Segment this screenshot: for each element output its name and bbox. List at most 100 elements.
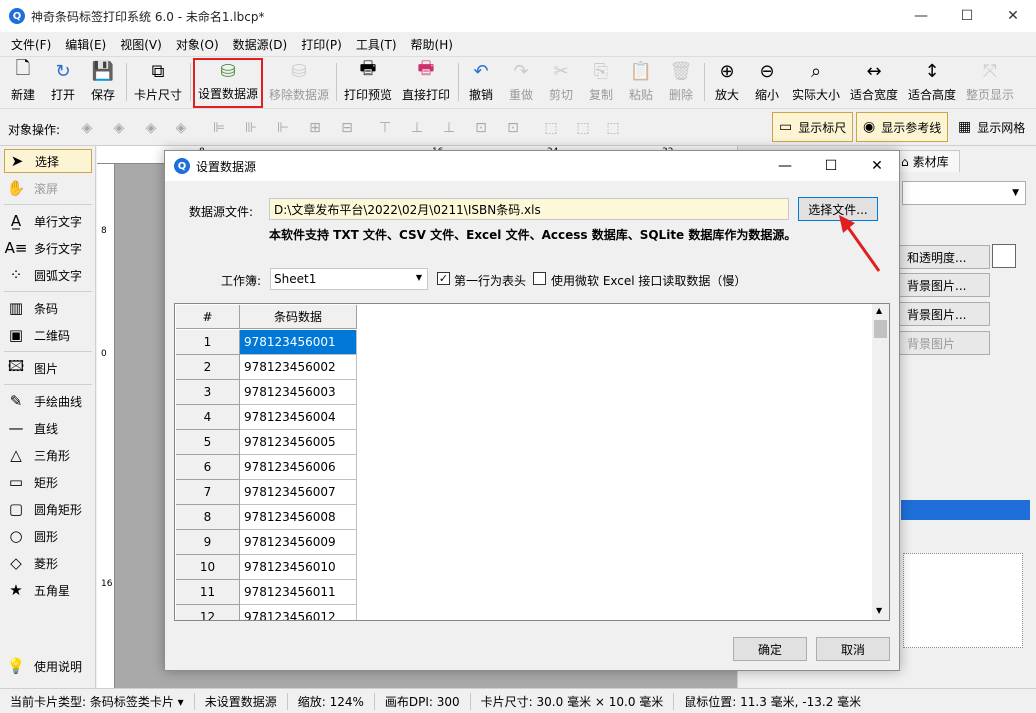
dialog-close-button[interactable]: ✕: [854, 151, 900, 181]
menu-object[interactable]: 对象(O): [169, 36, 226, 53]
dialog-maximize-button[interactable]: ☐: [808, 151, 854, 181]
ok-button[interactable]: 确定: [733, 637, 807, 661]
menu-help[interactable]: 帮助(H): [404, 36, 460, 53]
align-bottom-icon[interactable]: ⊥: [438, 118, 460, 138]
menu-tools[interactable]: 工具(T): [349, 36, 404, 53]
tool-barcode[interactable]: ▥ 条码: [4, 296, 92, 320]
paste-button[interactable]: 📋 粘贴: [624, 59, 658, 107]
menu-print[interactable]: 打印(P): [294, 36, 349, 53]
close-button[interactable]: ✕: [990, 0, 1036, 32]
new-button[interactable]: 🗋 新建: [6, 58, 40, 107]
table-row[interactable]: 6 978123456006: [176, 455, 357, 480]
align-left-icon[interactable]: ⊫: [208, 118, 230, 138]
grid-scrollbar[interactable]: ▲ ▼: [872, 304, 889, 620]
undo-button[interactable]: ↶ 撤销: [464, 59, 498, 107]
show-guides-toggle[interactable]: ◉ 显示参考线: [856, 112, 949, 142]
card-size-button[interactable]: ⧉ 卡片尺寸: [132, 59, 184, 107]
minimize-button[interactable]: —: [898, 0, 944, 32]
layer-up-icon[interactable]: ◈: [76, 118, 98, 138]
align-right-icon[interactable]: ⊩: [272, 118, 294, 138]
table-row[interactable]: 2 978123456002: [176, 355, 357, 380]
ungroup-icon[interactable]: ⬚: [572, 118, 594, 138]
property-dropdown[interactable]: ▼: [902, 181, 1026, 205]
fit-width-button[interactable]: ↔ 适合宽度: [848, 59, 900, 107]
file-path-field[interactable]: D:\文章发布平台\2022\02月\0211\ISBN条码.xls: [269, 198, 789, 220]
align-top-icon[interactable]: ⊤: [374, 118, 396, 138]
tool-image[interactable]: 🖾 图片: [4, 356, 92, 380]
tool-single-text[interactable]: A̲ 单行文字: [4, 209, 92, 233]
align-middle-icon[interactable]: ⊥: [406, 118, 428, 138]
tool-freehand[interactable]: ✎ 手绘曲线: [4, 389, 92, 413]
full-page-button[interactable]: ⤧ 整页显示: [964, 59, 1016, 107]
table-row[interactable]: 1 978123456001: [176, 330, 357, 355]
cut-button[interactable]: ✂ 剪切: [544, 59, 578, 107]
tool-help[interactable]: 💡 使用说明: [4, 654, 92, 678]
show-ruler-toggle[interactable]: ▭ 显示标尺: [772, 112, 854, 142]
table-row[interactable]: 10 978123456010: [176, 555, 357, 580]
group-icon[interactable]: ⬚: [540, 118, 562, 138]
distribute-h-icon[interactable]: ⊞: [304, 118, 326, 138]
maximize-button[interactable]: ☐: [944, 0, 990, 32]
workbook-select[interactable]: Sheet1 ▼: [270, 268, 428, 290]
align-center-icon[interactable]: ⊪: [240, 118, 262, 138]
show-grid-toggle[interactable]: ▦ 显示网格: [952, 112, 1031, 142]
data-grid[interactable]: # 条码数据 1 978123456001 2 978123456002 3 9781…: [174, 303, 890, 621]
menu-datasource[interactable]: 数据源(D): [226, 36, 295, 53]
fit-height-button[interactable]: ↕ 适合高度: [906, 59, 958, 107]
color-swatch[interactable]: [992, 244, 1016, 268]
lock-icon[interactable]: ⬚: [602, 118, 624, 138]
scroll-thumb[interactable]: [874, 320, 887, 338]
tab-library[interactable]: ⌂ 素材库: [896, 150, 960, 172]
delete-button[interactable]: 🗑 删除: [664, 59, 698, 107]
bg-image-button-2[interactable]: 背景图片...: [898, 302, 990, 326]
layer-bottom-icon[interactable]: ◈: [170, 118, 192, 138]
layer-top-icon[interactable]: ◈: [108, 118, 130, 138]
print-preview-button[interactable]: 🖶 打印预览: [342, 58, 394, 107]
tool-scroll[interactable]: ✋ 滚屏: [4, 176, 92, 200]
table-row[interactable]: 11 978123456011: [176, 580, 357, 605]
distribute-v-icon[interactable]: ⊟: [336, 118, 358, 138]
save-button[interactable]: 💾 保存: [86, 59, 120, 107]
tool-multi-text[interactable]: A≡ 多行文字: [4, 236, 92, 260]
menu-file[interactable]: 文件(F): [4, 36, 58, 53]
layer-down-icon[interactable]: ◈: [140, 118, 162, 138]
tool-rect[interactable]: ▭ 矩形: [4, 470, 92, 494]
scroll-down-icon[interactable]: ▼: [876, 606, 882, 615]
tool-round-rect[interactable]: ▢ 圆角矩形: [4, 497, 92, 521]
tool-qrcode[interactable]: ▣ 二维码: [4, 323, 92, 347]
same-height-icon[interactable]: ⊡: [502, 118, 524, 138]
scroll-up-icon[interactable]: ▲: [876, 306, 882, 315]
table-row[interactable]: 12 978123456012: [176, 605, 357, 620]
tool-select[interactable]: ➤ 选择: [4, 149, 92, 173]
use-ms-excel-checkbox[interactable]: [533, 272, 546, 285]
bg-image-button-1[interactable]: 背景图片...: [898, 273, 990, 297]
tool-arc-text[interactable]: ⁘ 圆弧文字: [4, 263, 92, 287]
zoom-out-button[interactable]: ⊖ 缩小: [750, 59, 784, 107]
table-row[interactable]: 7 978123456007: [176, 480, 357, 505]
tool-star[interactable]: ★ 五角星: [4, 578, 92, 602]
menu-edit[interactable]: 编辑(E): [58, 36, 113, 53]
remove-datasource-button[interactable]: ⛁ 移除数据源: [266, 59, 332, 107]
tool-triangle[interactable]: △ 三角形: [4, 443, 92, 467]
set-datasource-button[interactable]: ⛁ 设置数据源: [193, 58, 263, 108]
open-button[interactable]: ↻ 打开: [46, 59, 80, 107]
cancel-button[interactable]: 取消: [816, 637, 890, 661]
direct-print-button[interactable]: 🖶 直接打印: [400, 58, 452, 107]
same-width-icon[interactable]: ⊡: [470, 118, 492, 138]
copy-button[interactable]: ⎘ 复制: [584, 59, 618, 107]
table-row[interactable]: 8 978123456008: [176, 505, 357, 530]
column-header-index[interactable]: #: [176, 305, 240, 329]
first-row-header-checkbox[interactable]: ✓: [437, 272, 450, 285]
actual-size-button[interactable]: ⌕ 实际大小: [790, 59, 842, 107]
tool-diamond[interactable]: ◇ 菱形: [4, 551, 92, 575]
bg-image-button-3[interactable]: 背景图片: [898, 331, 990, 355]
menu-view[interactable]: 视图(V): [113, 36, 169, 53]
table-row[interactable]: 3 978123456003: [176, 380, 357, 405]
status-card-type[interactable]: 当前卡片类型: 条码标签类卡片 ▾: [0, 692, 195, 710]
zoom-in-button[interactable]: ⊕ 放大: [710, 59, 744, 107]
column-header-barcode[interactable]: 条码数据: [240, 305, 357, 329]
redo-button[interactable]: ↷ 重做: [504, 59, 538, 107]
tool-line[interactable]: — 直线: [4, 416, 92, 440]
table-row[interactable]: 5 978123456005: [176, 430, 357, 455]
table-row[interactable]: 9 978123456009: [176, 530, 357, 555]
